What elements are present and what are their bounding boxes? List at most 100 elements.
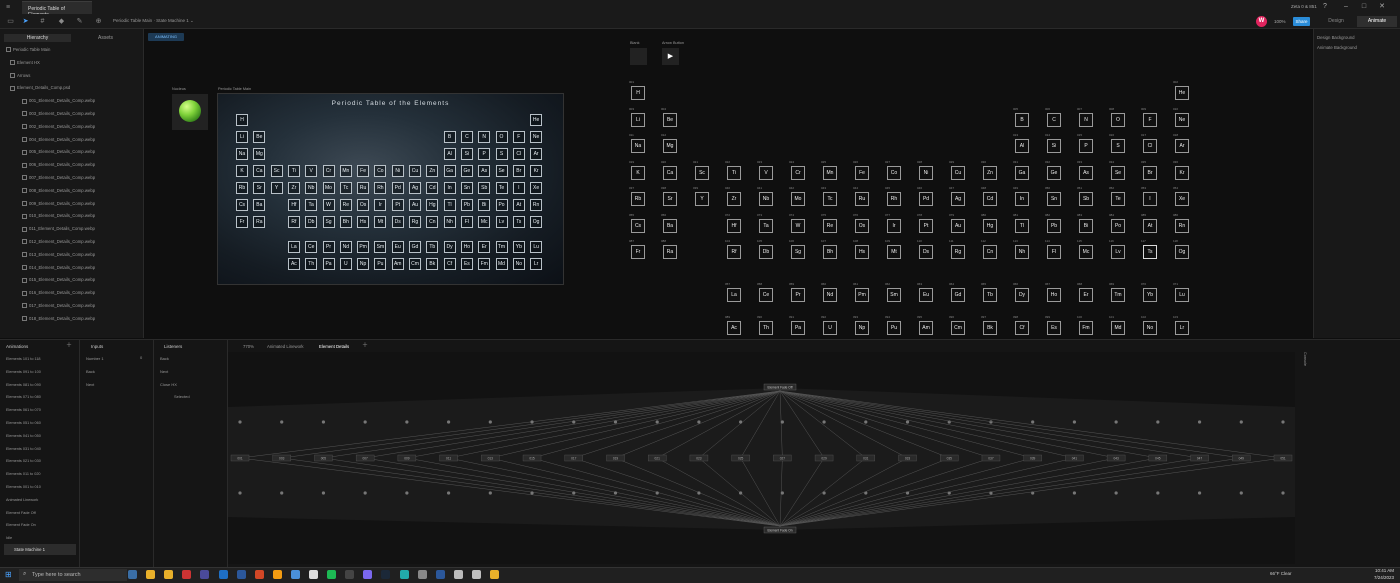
mini-element-cell[interactable]: B: [443, 131, 456, 143]
mini-element-cell[interactable]: Pm: [357, 241, 370, 253]
taskbar-app-icon[interactable]: [471, 570, 481, 579]
mini-element-cell[interactable]: Er: [478, 241, 491, 253]
blank-artboard[interactable]: [630, 48, 647, 65]
tree-item[interactable]: 005_Element_Details_Comp.webp: [6, 146, 138, 157]
listener-item[interactable]: Back: [160, 353, 169, 365]
frame-tool-icon[interactable]: #: [38, 17, 47, 26]
animation-item[interactable]: Elements 071 to 080: [6, 391, 76, 403]
element-cell[interactable]: Al: [1015, 139, 1029, 153]
element-cell[interactable]: Re: [823, 218, 837, 233]
element-cell[interactable]: Mt: [887, 245, 901, 259]
mini-element-cell[interactable]: Zr: [287, 182, 300, 194]
element-cell[interactable]: Er: [1079, 287, 1093, 302]
mini-element-cell[interactable]: He: [530, 114, 543, 126]
element-cell[interactable]: Ga: [1015, 165, 1029, 180]
avatar[interactable]: W: [1256, 16, 1267, 27]
tree-item[interactable]: Element HX: [6, 57, 138, 68]
element-cell[interactable]: Md: [1111, 321, 1125, 335]
tree-item[interactable]: 003_Element_Details_Comp.webp: [6, 108, 138, 119]
element-cell[interactable]: Og: [1175, 245, 1189, 259]
tree-item[interactable]: 013_Element_Details_Comp.webp: [6, 249, 138, 260]
mini-element-cell[interactable]: Cn: [426, 216, 439, 228]
tree-item[interactable]: Arrows: [6, 70, 138, 81]
mini-element-cell[interactable]: Rn: [530, 199, 543, 211]
element-cell[interactable]: Cn: [983, 245, 997, 259]
element-cell[interactable]: Tc: [823, 192, 837, 206]
element-cell[interactable]: Lr: [1175, 321, 1189, 335]
mini-element-cell[interactable]: Ag: [409, 182, 421, 194]
mini-element-cell[interactable]: Ac: [287, 258, 300, 270]
tree-item[interactable]: 012_Element_Details_Comp.webp: [6, 236, 138, 247]
animation-item[interactable]: Elements 081 to 090: [6, 379, 76, 391]
mini-element-cell[interactable]: P: [478, 148, 491, 160]
mini-element-cell[interactable]: Lv: [495, 216, 508, 228]
animation-item[interactable]: Elements 091 to 100: [6, 366, 76, 378]
element-cell[interactable]: Np: [855, 321, 869, 335]
mini-element-cell[interactable]: La: [287, 241, 300, 253]
element-cell[interactable]: Lv: [1111, 245, 1125, 259]
element-cell[interactable]: Rb: [631, 192, 645, 206]
element-cell[interactable]: Cl: [1143, 139, 1157, 153]
element-cell[interactable]: Po: [1111, 218, 1125, 233]
app-logo-icon[interactable]: ≡: [6, 3, 15, 12]
element-cell[interactable]: Eu: [919, 287, 933, 302]
element-cell[interactable]: Cs: [631, 218, 645, 233]
mini-element-cell[interactable]: Os: [357, 199, 370, 211]
mini-element-cell[interactable]: In: [443, 182, 456, 194]
element-cell[interactable]: Tb: [983, 287, 997, 302]
element-cell[interactable]: Hs: [855, 245, 869, 259]
mini-element-cell[interactable]: At: [512, 199, 525, 211]
tree-item[interactable]: 002_Element_Details_Comp.webp: [6, 121, 138, 132]
mini-element-cell[interactable]: Db: [305, 216, 318, 228]
mini-element-cell[interactable]: No: [512, 258, 525, 270]
mini-element-cell[interactable]: Sn: [460, 182, 473, 194]
element-cell[interactable]: Pu: [887, 321, 901, 335]
element-cell[interactable]: Si: [1047, 139, 1061, 153]
mini-element-cell[interactable]: Bk: [426, 258, 439, 270]
taskbar-app-icon[interactable]: [272, 570, 282, 579]
taskbar-app-icon[interactable]: [490, 570, 499, 579]
mini-element-cell[interactable]: Fr: [236, 216, 248, 228]
element-cell[interactable]: Ru: [855, 192, 869, 206]
mini-element-cell[interactable]: Tb: [426, 241, 439, 253]
mini-element-cell[interactable]: Pb: [460, 199, 473, 211]
number-input-value[interactable]: 0: [140, 355, 142, 360]
mini-element-cell[interactable]: Dy: [443, 241, 456, 253]
mini-element-cell[interactable]: Md: [495, 258, 508, 270]
mini-element-cell[interactable]: Li: [236, 131, 248, 143]
minimize-icon[interactable]: –: [1341, 2, 1351, 12]
tree-item[interactable]: 010_Element_Details_Comp.webp: [6, 210, 138, 221]
element-cell[interactable]: At: [1143, 218, 1157, 233]
document-tab[interactable]: Periodic Table of Elements: [22, 1, 92, 18]
mini-element-cell[interactable]: Br: [512, 165, 525, 177]
graph-tab[interactable]: Animated Linework: [267, 342, 304, 351]
animation-item[interactable]: Elements 051 to 060: [6, 417, 76, 429]
element-cell[interactable]: F: [1143, 112, 1157, 127]
tree-item[interactable]: 009_Element_Details_Comp.webp: [6, 198, 138, 209]
mini-element-cell[interactable]: Ga: [443, 165, 456, 177]
element-cell[interactable]: S: [1111, 139, 1125, 153]
element-cell[interactable]: Hg: [983, 218, 997, 233]
element-cell[interactable]: Be: [663, 112, 677, 127]
element-cell[interactable]: N: [1079, 112, 1093, 127]
tab-assets[interactable]: Assets: [72, 34, 139, 42]
element-cell[interactable]: Am: [919, 321, 933, 335]
element-cell[interactable]: Fr: [631, 245, 645, 259]
element-cell[interactable]: Dy: [1015, 287, 1029, 302]
input-item[interactable]: Number 1: [86, 353, 104, 365]
mini-element-cell[interactable]: Ar: [530, 148, 543, 160]
element-cell[interactable]: I: [1143, 192, 1157, 206]
mini-element-cell[interactable]: Cs: [236, 199, 248, 211]
mini-element-cell[interactable]: Bh: [339, 216, 352, 228]
mini-element-cell[interactable]: Ir: [374, 199, 387, 211]
animation-item[interactable]: Element Fade Off: [6, 507, 76, 519]
mini-element-cell[interactable]: Am: [391, 258, 404, 270]
mini-element-cell[interactable]: Mn: [339, 165, 352, 177]
taskbar-app-icon[interactable]: [363, 570, 373, 579]
taskbar-search[interactable]: Type here to search: [19, 569, 127, 581]
mini-element-cell[interactable]: Lu: [530, 241, 543, 253]
mini-element-cell[interactable]: Cf: [443, 258, 456, 270]
element-cell[interactable]: Nh: [1015, 245, 1029, 259]
taskbar-app-icon[interactable]: [309, 570, 318, 579]
graph-tab[interactable]: 770%: [243, 342, 254, 351]
